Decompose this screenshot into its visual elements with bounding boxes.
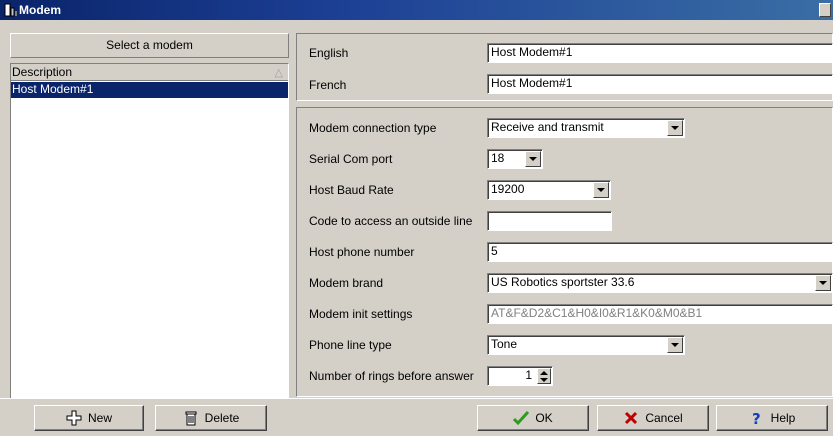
connection-type-select[interactable]: Receive and transmit bbox=[487, 118, 685, 138]
line-type-select[interactable]: Tone bbox=[487, 335, 685, 355]
list-item[interactable]: Host Modem#1 bbox=[11, 82, 288, 98]
help-button[interactable]: ? Help bbox=[716, 405, 828, 431]
new-button-label: New bbox=[87, 411, 112, 425]
modem-list[interactable]: Description △ Host Modem#1 bbox=[10, 63, 289, 429]
chevron-down-icon[interactable] bbox=[525, 151, 541, 167]
checkmark-icon bbox=[513, 410, 530, 426]
modem-brand-label: Modem brand bbox=[309, 276, 384, 290]
line-type-value: Tone bbox=[491, 337, 518, 351]
title-bar: Modem bbox=[0, 0, 833, 20]
baud-rate-value: 19200 bbox=[491, 182, 525, 196]
english-label: English bbox=[309, 46, 349, 60]
modem-list-panel: Select a modem Description △ Host Modem#… bbox=[0, 33, 289, 429]
button-bar: New Delete OK Cancel ? Help bbox=[0, 398, 833, 436]
new-button[interactable]: New bbox=[34, 405, 144, 431]
baud-rate-label: Host Baud Rate bbox=[309, 183, 394, 197]
rings-label: Number of rings before answer bbox=[309, 369, 474, 383]
line-type-label: Phone line type bbox=[309, 338, 392, 352]
chevron-down-icon[interactable] bbox=[667, 120, 683, 136]
chevron-down-icon[interactable] bbox=[815, 275, 831, 291]
description-header-label: Description bbox=[12, 65, 73, 79]
outside-line-input[interactable] bbox=[487, 211, 612, 231]
rings-value: 1 bbox=[525, 368, 532, 382]
com-port-value: 18 bbox=[491, 151, 505, 165]
french-label: French bbox=[309, 78, 347, 92]
select-modem-header: Select a modem bbox=[10, 33, 289, 58]
cancel-button-label: Cancel bbox=[645, 411, 683, 425]
help-button-label: Help bbox=[770, 411, 796, 425]
phone-number-input[interactable]: 5 bbox=[487, 242, 833, 262]
chevron-down-icon[interactable] bbox=[593, 182, 609, 198]
modem-brand-select[interactable]: US Robotics sportster 33.6 bbox=[487, 273, 833, 293]
modem-details-panel: English Host Modem#1 French Host Modem#1… bbox=[296, 33, 833, 397]
modem-app-icon bbox=[4, 3, 18, 17]
com-port-select[interactable]: 18 bbox=[487, 149, 543, 169]
sort-ascending-icon: △ bbox=[274, 67, 283, 79]
trash-icon bbox=[183, 410, 199, 426]
delete-button[interactable]: Delete bbox=[155, 405, 267, 431]
language-names-group: English Host Modem#1 French Host Modem#1 bbox=[296, 33, 833, 101]
svg-text:?: ? bbox=[752, 410, 761, 426]
cancel-button[interactable]: Cancel bbox=[597, 405, 709, 431]
outside-line-label: Code to access an outside line bbox=[309, 214, 473, 228]
plus-icon bbox=[66, 410, 82, 426]
connection-type-value: Receive and transmit bbox=[491, 120, 604, 134]
ok-button[interactable]: OK bbox=[477, 405, 589, 431]
spinner-arrows-icon[interactable] bbox=[537, 368, 551, 384]
rings-spinner[interactable]: 1 bbox=[487, 366, 553, 386]
window-title: Modem bbox=[19, 3, 61, 17]
english-name-input[interactable]: Host Modem#1 bbox=[487, 43, 833, 63]
description-column-header[interactable]: Description △ bbox=[11, 64, 288, 81]
init-settings-label: Modem init settings bbox=[309, 307, 413, 321]
ok-button-label: OK bbox=[535, 411, 553, 425]
baud-rate-select[interactable]: 19200 bbox=[487, 180, 611, 200]
cancel-x-icon bbox=[623, 410, 639, 426]
french-name-input[interactable]: Host Modem#1 bbox=[487, 74, 833, 94]
modem-brand-value: US Robotics sportster 33.6 bbox=[491, 275, 635, 289]
modem-settings-group: Modem connection type Receive and transm… bbox=[296, 107, 833, 397]
question-mark-icon: ? bbox=[749, 410, 765, 428]
close-button[interactable] bbox=[819, 3, 831, 17]
connection-type-label: Modem connection type bbox=[309, 121, 437, 135]
com-port-label: Serial Com port bbox=[309, 152, 393, 166]
chevron-down-icon[interactable] bbox=[667, 337, 683, 353]
delete-button-label: Delete bbox=[204, 411, 240, 425]
phone-number-label: Host phone number bbox=[309, 245, 415, 259]
init-settings-input: AT&F&D2&C1&H0&I0&R1&K0&M0&B1 bbox=[487, 304, 833, 324]
